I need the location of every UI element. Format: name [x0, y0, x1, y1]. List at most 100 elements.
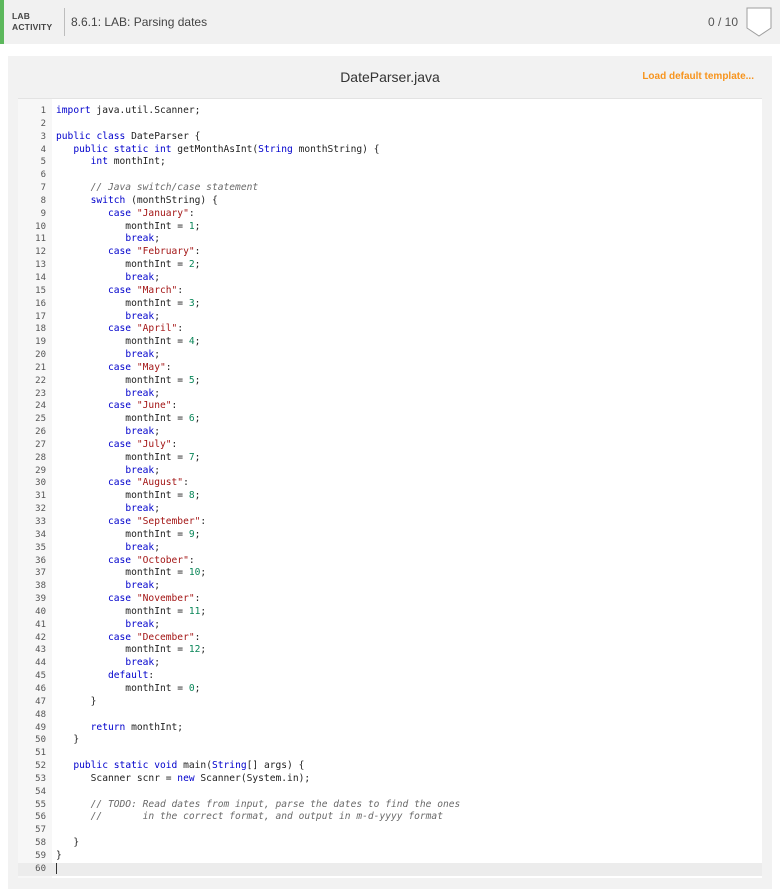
- code-line[interactable]: 40 monthInt = 11;: [18, 606, 762, 619]
- code-line[interactable]: 24 case "June":: [18, 400, 762, 413]
- code-line[interactable]: 23 break;: [18, 388, 762, 401]
- code-line[interactable]: 42 case "December":: [18, 632, 762, 645]
- code-line[interactable]: 58 }: [18, 837, 762, 850]
- load-default-template-link[interactable]: Load default template...: [642, 71, 754, 82]
- code-line[interactable]: 56 // in the correct format, and output …: [18, 811, 762, 824]
- code-text[interactable]: monthInt = 3;: [56, 298, 200, 311]
- code-text[interactable]: // TODO: Read dates from input, parse th…: [56, 799, 461, 812]
- code-text[interactable]: break;: [56, 542, 160, 555]
- code-text[interactable]: case "March":: [56, 285, 183, 298]
- code-text[interactable]: default:: [56, 670, 154, 683]
- code-line[interactable]: 12 case "February":: [18, 246, 762, 259]
- code-text[interactable]: case "June":: [56, 400, 177, 413]
- code-text[interactable]: break;: [56, 272, 160, 285]
- code-text[interactable]: monthInt = 7;: [56, 452, 200, 465]
- code-text[interactable]: public static void main(String[] args) {: [56, 760, 304, 773]
- code-text[interactable]: public class DateParser {: [56, 131, 200, 144]
- code-line[interactable]: 51: [18, 747, 762, 760]
- code-text[interactable]: monthInt = 10;: [56, 567, 206, 580]
- code-text[interactable]: monthInt = 5;: [56, 375, 200, 388]
- code-text[interactable]: }: [56, 837, 79, 850]
- code-text[interactable]: break;: [56, 311, 160, 324]
- code-text[interactable]: break;: [56, 580, 160, 593]
- code-text[interactable]: public static int getMonthAsInt(String m…: [56, 144, 379, 157]
- code-text[interactable]: case "May":: [56, 362, 172, 375]
- code-text[interactable]: break;: [56, 503, 160, 516]
- code-line[interactable]: 21 case "May":: [18, 362, 762, 375]
- code-text[interactable]: monthInt = 11;: [56, 606, 206, 619]
- code-editor[interactable]: 1 import java.util.Scanner; 2 3 public class…: [18, 98, 762, 878]
- code-line[interactable]: 57: [18, 824, 762, 837]
- code-text[interactable]: return monthInt;: [56, 722, 183, 735]
- code-line[interactable]: 45 default:: [18, 670, 762, 683]
- code-line[interactable]: 4 public static int getMonthAsInt(String…: [18, 144, 762, 157]
- code-line[interactable]: 59}: [18, 850, 762, 863]
- code-text[interactable]: monthInt = 1;: [56, 221, 200, 234]
- code-line[interactable]: 10 monthInt = 1;: [18, 221, 762, 234]
- code-text[interactable]: break;: [56, 657, 160, 670]
- code-line[interactable]: 14 break;: [18, 272, 762, 285]
- code-line[interactable]: 37 monthInt = 10;: [18, 567, 762, 580]
- code-line[interactable]: 47 }: [18, 696, 762, 709]
- code-line[interactable]: 7 // Java switch/case statement: [18, 182, 762, 195]
- code-line[interactable]: 19 monthInt = 4;: [18, 336, 762, 349]
- code-line[interactable]: 34 monthInt = 9;: [18, 529, 762, 542]
- code-line[interactable]: 3 public class DateParser {: [18, 131, 762, 144]
- code-text[interactable]: }: [56, 734, 79, 747]
- code-line[interactable]: 17 break;: [18, 311, 762, 324]
- code-line[interactable]: 55 // TODO: Read dates from input, parse…: [18, 799, 762, 812]
- code-line[interactable]: 5 int monthInt;: [18, 156, 762, 169]
- code-text[interactable]: break;: [56, 426, 160, 439]
- code-line[interactable]: 44 break;: [18, 657, 762, 670]
- code-text[interactable]: break;: [56, 233, 160, 246]
- code-line[interactable]: 26 break;: [18, 426, 762, 439]
- code-text[interactable]: Scanner scnr = new Scanner(System.in);: [56, 773, 311, 786]
- code-text[interactable]: case "July":: [56, 439, 177, 452]
- code-text[interactable]: }: [56, 850, 62, 863]
- code-line[interactable]: 22 monthInt = 5;: [18, 375, 762, 388]
- code-text[interactable]: case "August":: [56, 477, 189, 490]
- code-text[interactable]: monthInt = 9;: [56, 529, 200, 542]
- code-line[interactable]: 6: [18, 169, 762, 182]
- code-line[interactable]: 49 return monthInt;: [18, 722, 762, 735]
- code-text[interactable]: monthInt = 2;: [56, 259, 200, 272]
- code-line[interactable]: 20 break;: [18, 349, 762, 362]
- code-line[interactable]: 41 break;: [18, 619, 762, 632]
- code-lines[interactable]: 1 import java.util.Scanner; 2 3 public class…: [18, 105, 762, 876]
- code-line[interactable]: 38 break;: [18, 580, 762, 593]
- code-text[interactable]: monthInt = 12;: [56, 644, 206, 657]
- code-line[interactable]: 36 case "October":: [18, 555, 762, 568]
- code-text[interactable]: case "September":: [56, 516, 206, 529]
- code-line[interactable]: 15 case "March":: [18, 285, 762, 298]
- code-line[interactable]: 60: [18, 862, 762, 876]
- code-text[interactable]: monthInt = 0;: [56, 683, 200, 696]
- code-line[interactable]: 25 monthInt = 6;: [18, 413, 762, 426]
- code-text[interactable]: case "October":: [56, 555, 195, 568]
- code-line[interactable]: 43 monthInt = 12;: [18, 644, 762, 657]
- code-text[interactable]: break;: [56, 349, 160, 362]
- code-text[interactable]: }: [56, 696, 97, 709]
- code-line[interactable]: 9 case "January":: [18, 208, 762, 221]
- code-line[interactable]: 18 case "April":: [18, 323, 762, 336]
- code-text[interactable]: // Java switch/case statement: [56, 182, 259, 195]
- code-text[interactable]: monthInt = 8;: [56, 490, 200, 503]
- code-text[interactable]: monthInt = 6;: [56, 413, 200, 426]
- code-line[interactable]: 33 case "September":: [18, 516, 762, 529]
- code-line[interactable]: 8 switch (monthString) {: [18, 195, 762, 208]
- code-text[interactable]: switch (monthString) {: [56, 195, 218, 208]
- code-line[interactable]: 28 monthInt = 7;: [18, 452, 762, 465]
- code-text[interactable]: break;: [56, 388, 160, 401]
- code-line[interactable]: 30 case "August":: [18, 477, 762, 490]
- code-line[interactable]: 11 break;: [18, 233, 762, 246]
- code-line[interactable]: 2: [18, 118, 762, 131]
- code-text[interactable]: monthInt = 4;: [56, 336, 200, 349]
- code-line[interactable]: 53 Scanner scnr = new Scanner(System.in)…: [18, 773, 762, 786]
- code-line[interactable]: 52 public static void main(String[] args…: [18, 760, 762, 773]
- code-text[interactable]: // in the correct format, and output in …: [56, 811, 443, 824]
- code-text[interactable]: case "January":: [56, 208, 195, 221]
- code-line[interactable]: 39 case "November":: [18, 593, 762, 606]
- code-text[interactable]: case "February":: [56, 246, 200, 259]
- code-text[interactable]: case "November":: [56, 593, 200, 606]
- code-text[interactable]: break;: [56, 619, 160, 632]
- code-text[interactable]: int monthInt;: [56, 156, 166, 169]
